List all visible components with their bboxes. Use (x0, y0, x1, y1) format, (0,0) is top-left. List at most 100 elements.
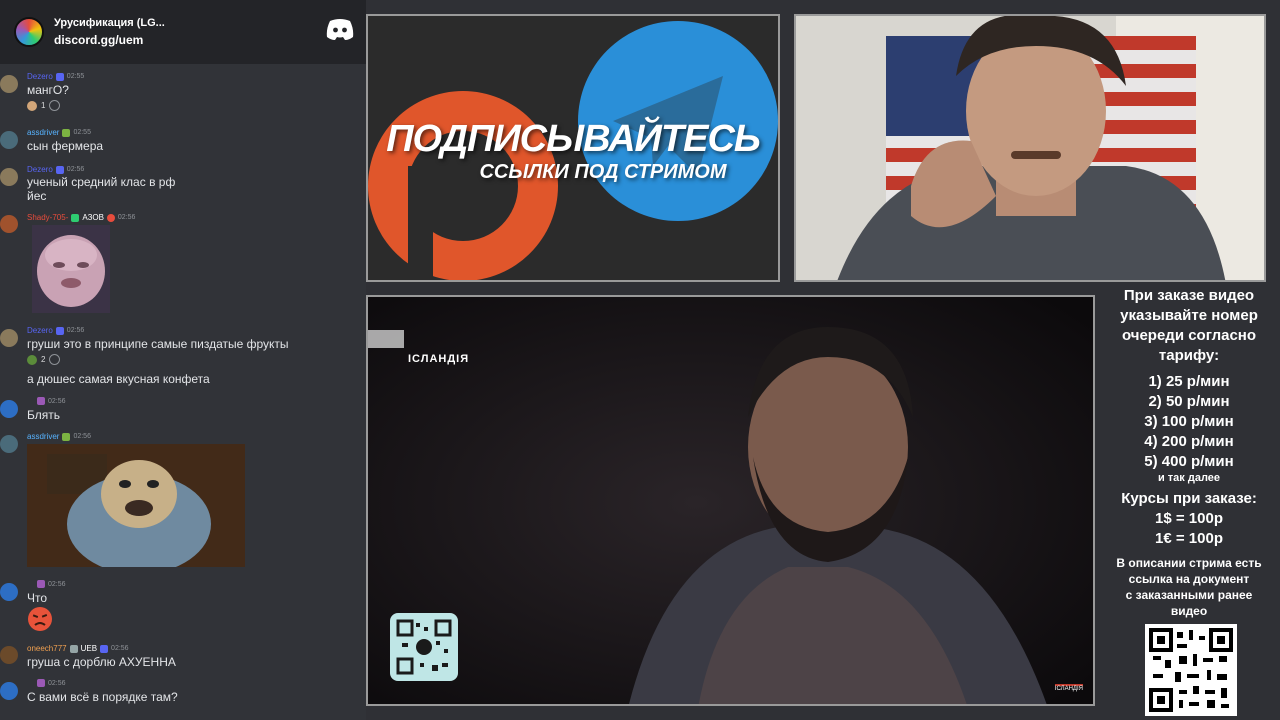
timestamp: 02:56 (48, 580, 66, 588)
user-avatar (0, 75, 18, 93)
tariff-line: 4) 200 р/мин (1144, 433, 1234, 450)
info-note-line: с заказанными ранее (1125, 588, 1253, 602)
role-badge-icon (37, 679, 45, 687)
reaction-count: 2 (41, 355, 46, 364)
server-invite[interactable]: discord.gg/uem (54, 33, 165, 47)
role-badge-icon (62, 128, 71, 137)
server-name: Урусификация (LG... (54, 17, 165, 29)
reaction-row[interactable]: 2 (27, 354, 61, 365)
add-reaction-icon[interactable] (49, 354, 61, 365)
status-icon (106, 213, 115, 222)
message-text: груши это в принципе самые пиздатые фрук… (27, 337, 289, 351)
message-meta: 02:56 (27, 397, 66, 405)
timestamp: 02:56 (111, 645, 129, 652)
message-text: мангО? (27, 83, 69, 97)
info-note-line: видео (1170, 604, 1208, 618)
timestamp: 02:56 (73, 433, 91, 440)
user-avatar (0, 646, 18, 664)
discord-logo-icon (326, 19, 354, 40)
qr-code-icon (1149, 628, 1233, 712)
user-avatar (0, 131, 18, 149)
info-note-line: ссылка на документ (1128, 572, 1250, 586)
timestamp: 02:56 (48, 679, 66, 687)
reaction-emoji-icon (27, 100, 37, 111)
server-header[interactable]: Урусификация (LG... discord.gg/uem (0, 0, 366, 64)
role-badge-icon (55, 72, 64, 81)
role-badge-icon (37, 580, 45, 588)
user-avatar (0, 215, 18, 233)
message-text: Что (27, 591, 48, 605)
role-badge-icon (55, 326, 64, 335)
message-meta: Shady-705- АЗОВ 02:56 (27, 213, 135, 222)
info-intro-line: указывайте номер (1120, 307, 1258, 324)
user-avatar (0, 682, 18, 700)
user-avatar (0, 583, 18, 601)
reaction-count: 1 (41, 101, 46, 110)
gif-image[interactable] (27, 444, 245, 567)
timestamp: 02:56 (117, 214, 136, 221)
username[interactable]: oneech777 (27, 644, 67, 653)
timestamp: 02:55 (66, 73, 85, 80)
role-badge-icon (100, 644, 109, 653)
user-tag: АЗОВ (82, 213, 104, 222)
user-avatar (0, 400, 18, 418)
info-intro-line: При заказе видео (1123, 287, 1255, 304)
role-badge-icon (71, 213, 80, 222)
username[interactable]: Shady-705- (27, 213, 68, 222)
message-text: йес (27, 189, 47, 203)
message-text: сын фермера (27, 139, 104, 153)
discord-chat-panel: Урусификация (LG... discord.gg/uem Dezer… (0, 0, 366, 720)
tariff-line: 2) 50 р/мин (1148, 393, 1230, 410)
reaction-row[interactable]: 1 (27, 100, 61, 111)
role-badge-icon (62, 432, 71, 441)
message-text: а дюшес самая вкусная конфета (27, 372, 210, 386)
webcam-scene (796, 16, 1264, 280)
message-meta: 02:56 (27, 679, 66, 687)
timestamp: 02:56 (66, 166, 85, 173)
promo-subtitle: ССЫЛКИ ПОД СТРИМОМ (479, 161, 727, 183)
add-reaction-icon[interactable] (49, 100, 61, 111)
server-info: Урусификация (LG... discord.gg/uem (54, 17, 165, 47)
message-meta: Dezero 02:56 (27, 326, 84, 335)
username[interactable]: Dezero (27, 165, 53, 174)
user-avatar (0, 329, 18, 347)
video-tag-bar (368, 330, 404, 348)
info-intro-line: тарифу: (1158, 347, 1220, 364)
message-meta: 02:56 (27, 580, 66, 588)
info-note-line: В описании стрима есть (1116, 556, 1262, 570)
video-frame (368, 297, 1093, 704)
sticker-image[interactable] (32, 225, 110, 313)
message-meta: assdriver 02:55 (27, 128, 91, 137)
user-avatar (0, 435, 18, 453)
angry-emoji-icon (28, 607, 52, 631)
username[interactable]: Dezero (27, 72, 53, 81)
qr-code-large[interactable] (1145, 624, 1237, 716)
timestamp: 02:56 (66, 327, 85, 334)
video-watermark: ІСЛАНДІЯ (1054, 684, 1083, 692)
tariff-line: 1) 25 р/мин (1148, 373, 1230, 390)
role-badge-icon (69, 644, 78, 653)
video-player[interactable]: ІСЛАНДІЯ ІСЛАНДІЯ (366, 295, 1095, 706)
webcam-feed (794, 14, 1266, 282)
message-text: ученый средний клас в рф (27, 175, 176, 189)
username[interactable]: assdriver (27, 432, 59, 441)
rate-line: 1€ = 100р (1155, 530, 1223, 547)
user-avatar (0, 168, 18, 186)
message-meta: Dezero 02:56 (27, 165, 84, 174)
server-avatar (14, 17, 44, 47)
username[interactable]: Dezero (27, 326, 53, 335)
video-channel-tag: ІСЛАНДІЯ (408, 353, 470, 365)
promo-title: ПОДПИСЫВАЙТЕСЬ (386, 118, 761, 160)
tariff-line: 5) 400 р/мин (1144, 453, 1234, 470)
role-badge-icon (55, 165, 64, 174)
promo-banner: ПОДПИСЫВАЙТЕСЬ ССЫЛКИ ПОД СТРИМОМ (366, 14, 780, 282)
qr-code-small[interactable] (390, 613, 458, 681)
rate-line: 1$ = 100р (1155, 510, 1223, 527)
rates-title: Курсы при заказе: (1121, 490, 1257, 507)
message-text: С вами всё в порядке там? (27, 690, 178, 704)
user-tag: UEB (80, 644, 98, 653)
qr-code-icon (396, 619, 452, 675)
username[interactable]: assdriver (27, 128, 59, 137)
reaction-emoji-icon (27, 354, 37, 365)
message-meta: assdriver 02:56 (27, 432, 91, 441)
